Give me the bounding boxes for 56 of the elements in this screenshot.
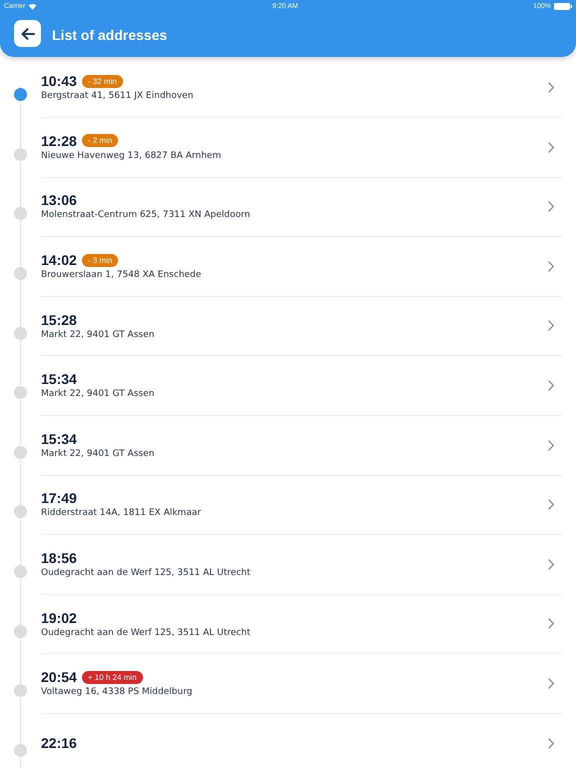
address-row[interactable]: 12:28 - 2 min Nieuwe Havenweg 13, 6827 BA Arnhem <box>0 118 576 178</box>
chevron-right-icon <box>548 558 554 570</box>
address-row[interactable]: 10:43 - 32 min Bergstraat 41, 5611 JX Eindhoven <box>0 58 576 118</box>
address-row[interactable]: 15:28 Markt 22, 9401 GT Assen <box>0 296 576 356</box>
stop-time: 13:06 <box>41 192 77 208</box>
stop-time: 14:02 <box>41 252 77 268</box>
back-arrow-icon <box>20 28 34 40</box>
chevron-right-icon <box>548 320 554 332</box>
address-row[interactable]: 17:49 Ridderstraat 14A, 1811 EX Alkmaar <box>0 475 576 535</box>
stop-address: Molenstraat-Centrum 625, 7311 XN Apeldoorn <box>41 210 252 220</box>
address-row[interactable]: 14:02 - 3 min Brouwerslaan 1, 7548 XA Enschede <box>0 236 576 296</box>
address-row[interactable]: 19:02 Oudegracht aan de Werf 125, 3511 AL Utrecht <box>0 594 576 654</box>
address-row[interactable]: 15:34 Markt 22, 9401 GT Assen <box>0 356 576 416</box>
stop-time: 12:28 <box>41 132 77 149</box>
stop-address: Markt 22, 9401 GT Assen <box>41 330 156 340</box>
chevron-right-icon <box>548 678 554 689</box>
stop-time: 22:16 <box>41 735 77 752</box>
chevron-right-icon <box>548 499 554 510</box>
stop-address: Markt 22, 9401 GT Assen <box>41 448 156 459</box>
chevron-right-icon <box>548 380 554 391</box>
chevron-right-icon <box>548 260 554 272</box>
stop-address: Voltaweg 16, 4338 PS Middelburg <box>41 687 194 698</box>
stop-time: 10:43 <box>41 73 77 90</box>
chevron-right-icon <box>548 201 554 212</box>
stop-time: 20:54 <box>41 669 77 686</box>
stop-time: 15:34 <box>41 371 77 388</box>
wifi-icon <box>28 2 38 10</box>
stop-time: 15:28 <box>41 312 77 328</box>
stop-time: 18:56 <box>41 550 77 566</box>
stop-address: Bergstraat 41, 5611 JX Eindhoven <box>41 91 194 102</box>
chevron-right-icon <box>548 618 554 630</box>
delay-badge: - 32 min <box>82 74 123 88</box>
stop-address: Ridderstraat 14A, 1811 EX Alkmaar <box>41 508 202 518</box>
address-row[interactable]: 15:34 Markt 22, 9401 GT Assen <box>0 416 576 476</box>
address-row[interactable]: 22:16 <box>0 714 576 768</box>
stop-time: 19:02 <box>41 610 77 626</box>
stop-time: 15:34 <box>41 430 77 447</box>
stop-address: Markt 22, 9401 GT Assen <box>41 389 156 400</box>
stop-address: Brouwerslaan 1, 7548 XA Enschede <box>41 270 202 280</box>
stop-time: 17:49 <box>41 490 77 506</box>
chevron-right-icon <box>548 440 554 451</box>
address-row[interactable]: 18:56 Oudegracht aan de Werf 125, 3511 AL Utrecht <box>0 534 576 594</box>
delay-badge: - 3 min <box>82 254 118 267</box>
address-row[interactable]: 20:54 + 10 h 24 min Voltaweg 16, 4338 PS Middelburg <box>0 654 576 714</box>
chevron-right-icon <box>548 82 554 93</box>
stop-address: Oudegracht aan de Werf 125, 3511 AL Utrecht <box>41 628 252 638</box>
delay-badge: + 10 h 24 min <box>82 670 143 684</box>
back-button[interactable] <box>14 20 41 47</box>
battery-icon <box>554 2 572 10</box>
address-row[interactable]: 13:06 Molenstraat-Centrum 625, 7311 XN Apeldoorn <box>0 177 576 237</box>
chevron-right-icon <box>548 142 554 153</box>
stop-address: Oudegracht aan de Werf 125, 3511 AL Utrecht <box>41 568 252 578</box>
page-title: List of addresses <box>52 26 168 42</box>
delay-badge: - 2 min <box>82 134 118 148</box>
stop-address: Nieuwe Havenweg 13, 6827 BA Arnhem <box>41 150 222 161</box>
chevron-right-icon <box>548 738 554 749</box>
